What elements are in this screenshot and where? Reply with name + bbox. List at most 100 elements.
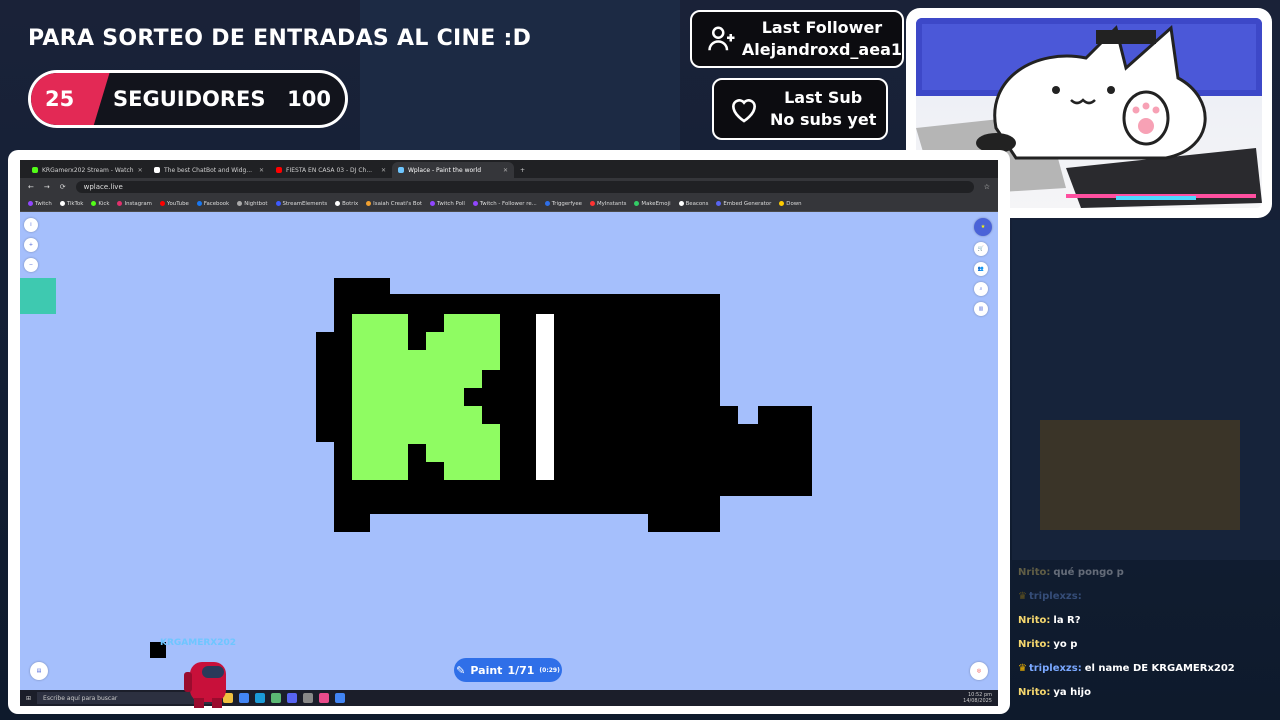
bookmark-item[interactable]: YouTube <box>159 201 189 207</box>
alliance-icon[interactable]: 👥 <box>974 262 988 276</box>
chat-username[interactable]: Nrito: <box>1018 639 1050 650</box>
chat-message: Nrito: yo p <box>1018 632 1278 656</box>
chat-panel: Nrito: qué pongo p ♛ triplexzs: Nrito: la R? N… <box>1018 560 1278 704</box>
app-icon[interactable] <box>319 693 330 703</box>
streamer-name-tag: KRGAMERX202 <box>160 638 237 648</box>
system-clock[interactable]: 10:52 pm 14/08/2025 <box>963 692 992 704</box>
bookmarks-bar: Twitch TikTok Kick Instagram YouTube Facebook… <box>20 196 998 212</box>
app-icon[interactable] <box>271 693 282 703</box>
reload-icon[interactable]: ⟳ <box>60 183 66 191</box>
bookmark-icon <box>366 201 372 206</box>
wplace-canvas[interactable]: i + − ★ 🛒 👥 ⌕ ▥ ▤ ◎ ✎ Paint 1/71 (0:29) <box>20 212 998 690</box>
chat-text: el name DE KRGAMERx202 <box>1084 662 1235 674</box>
bookmark-item[interactable]: Nightbot <box>237 201 268 207</box>
last-follower-heading: Last Follower <box>761 18 883 37</box>
chat-message: Nrito: ya hijo <box>1018 680 1278 704</box>
bookmark-item[interactable]: Twitch - Follower re... <box>472 201 537 207</box>
bookmark-icon <box>716 201 722 206</box>
discord-icon[interactable] <box>287 693 298 703</box>
chat-text: yo p <box>1053 638 1078 650</box>
zoom-out-button[interactable]: − <box>24 258 38 272</box>
profile-avatar[interactable]: ★ <box>974 218 992 236</box>
among-us-avatar <box>180 652 236 708</box>
tab-bar: KRGamerx202 Stream - Watch ✕ The best Cha… <box>20 160 998 178</box>
follower-goal-bar: 25 SEGUIDORES 100 <box>28 70 348 128</box>
bookmark-item[interactable]: Instagram <box>117 201 152 207</box>
obs-icon[interactable] <box>303 693 314 703</box>
stream-title: PARA SORTEO DE ENTRADAS AL CINE :D <box>28 26 532 51</box>
chat-message: Nrito: qué pongo p <box>1018 560 1278 584</box>
bookmark-icon <box>117 201 123 206</box>
bookmark-icon <box>335 201 341 206</box>
location-icon[interactable]: ◎ <box>970 662 988 680</box>
windows-start-icon[interactable]: ⊞ <box>26 695 31 702</box>
browser-tab-0[interactable]: KRGamerx202 Stream - Watch ✕ <box>26 162 148 178</box>
bookmark-item[interactable]: TikTok <box>59 201 83 207</box>
chat-username[interactable]: Nrito: <box>1018 687 1050 698</box>
close-icon[interactable]: ✕ <box>138 167 143 174</box>
bookmark-icon <box>275 201 281 206</box>
bookmark-item[interactable]: Twitch Poll <box>430 201 465 207</box>
address-bar: ← → ⟳ wplace.live ☆ <box>20 178 998 196</box>
chat-text: qué pongo p <box>1053 566 1124 578</box>
bookmark-item[interactable]: Embed Generator <box>716 201 771 207</box>
chat-message: Nrito: la R? <box>1018 608 1278 632</box>
browser-tab-3[interactable]: Wplace - Paint the world ✕ <box>392 162 514 178</box>
info-button[interactable]: i <box>24 218 38 232</box>
bookmark-item[interactable]: MyInstants <box>590 201 626 207</box>
paint-button[interactable]: ✎ Paint 1/71 (0:29) <box>454 658 562 682</box>
chat-username[interactable]: Nrito: <box>1018 567 1050 578</box>
store-icon[interactable]: 🛒 <box>974 242 988 256</box>
close-icon[interactable]: ✕ <box>503 167 508 174</box>
bookmark-item[interactable]: Twitch <box>28 201 52 207</box>
star-icon[interactable]: ☆ <box>984 183 990 191</box>
last-follower-box: Last Follower Alejandroxd_aea1 <box>690 10 904 68</box>
steam-icon[interactable] <box>255 693 266 703</box>
windows-taskbar: ⊞ Escribe aquí para buscar 10:52 pm 14/0… <box>20 690 998 706</box>
bookmark-icon <box>237 201 243 206</box>
selected-color-swatch[interactable] <box>20 278 56 314</box>
forward-icon[interactable]: → <box>44 183 50 191</box>
close-icon[interactable]: ✕ <box>381 167 386 174</box>
url-input[interactable]: wplace.live <box>75 181 974 193</box>
menu-button[interactable]: ▤ <box>30 662 48 680</box>
right-toolbar: ★ 🛒 👥 ⌕ ▥ <box>974 218 992 316</box>
leaderboard-icon[interactable]: ▥ <box>974 302 988 316</box>
goal-target-count: 100 <box>287 87 331 111</box>
bookmark-item[interactable]: Isaiah Creati's Bot <box>366 201 422 207</box>
chat-text: ya hijo <box>1053 686 1091 698</box>
zoom-in-button[interactable]: + <box>24 238 38 252</box>
back-icon[interactable]: ← <box>28 183 34 191</box>
chrome-icon[interactable] <box>335 693 346 703</box>
last-sub-heading: Last Sub <box>784 88 863 107</box>
bookmark-icon <box>91 201 97 206</box>
chat-username[interactable]: triplexzs: <box>1029 591 1082 602</box>
bookmark-item[interactable]: Facebook <box>196 201 229 207</box>
close-icon[interactable]: ✕ <box>259 167 264 174</box>
user-plus-icon <box>702 24 742 54</box>
bookmark-icon <box>590 201 595 206</box>
bookmark-item[interactable]: MakeEmoji <box>634 201 671 207</box>
new-tab-icon[interactable]: + <box>514 162 534 178</box>
bookmark-icon <box>28 201 33 206</box>
bookmark-icon <box>544 201 550 206</box>
bookmark-item[interactable]: Kick <box>91 201 109 207</box>
search-icon[interactable]: ⌕ <box>974 282 988 296</box>
browser-tab-2[interactable]: FIESTA EN CASA 03 - DJ Ch... ✕ <box>270 162 392 178</box>
browser-tab-1[interactable]: The best ChatBot and Widg... ✕ <box>148 162 270 178</box>
brush-icon: ✎ <box>456 663 466 677</box>
chat-username[interactable]: triplexzs: <box>1029 663 1082 674</box>
goal-label: SEGUIDORES <box>113 87 266 111</box>
left-toolbar: i + − <box>20 218 56 314</box>
bookmark-item[interactable]: Beacons <box>678 201 708 207</box>
chat-message: ♛ triplexzs: <box>1018 584 1278 608</box>
chat-username[interactable]: Nrito: <box>1018 615 1050 626</box>
last-sub-name: No subs yet <box>770 110 877 129</box>
bookmark-icon <box>196 201 202 206</box>
bookmark-item[interactable]: StreamElements <box>275 201 327 207</box>
chrome-icon[interactable] <box>239 693 250 703</box>
bookmark-item[interactable]: Down <box>779 201 802 207</box>
bookmark-item[interactable]: Triggerfyee <box>544 201 582 207</box>
bookmark-item[interactable]: Botrix <box>335 201 358 207</box>
goal-current-count: 25 <box>45 87 75 111</box>
